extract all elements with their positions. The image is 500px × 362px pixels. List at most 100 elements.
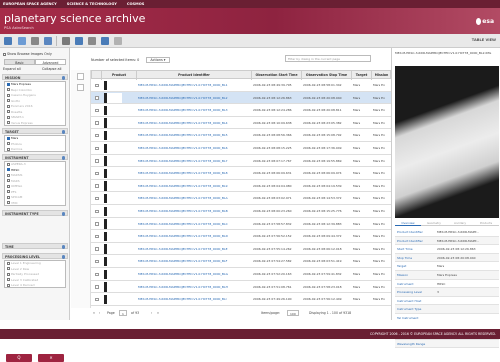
checkbox[interactable] (7, 267, 10, 270)
checkbox[interactable] (7, 82, 10, 86)
row-checkbox[interactable] (95, 184, 99, 188)
checkbox[interactable] (7, 184, 10, 188)
list-item[interactable]: Venus Express (5, 121, 65, 127)
row-checkbox[interactable] (95, 171, 99, 176)
row-checkbox[interactable] (95, 159, 99, 163)
table-row[interactable]: MEX-M-HRSC-3-RDR-MAPPROJECTED-V1.0:H0778… (91, 243, 391, 256)
table-row[interactable]: MEX-M-HRSC-3-RDR-MAPPROJECTED-V1.0:H0778… (91, 91, 391, 105)
gear-icon[interactable] (61, 76, 65, 80)
row-checkbox[interactable] (95, 285, 99, 289)
gear-icon[interactable] (61, 255, 65, 259)
product-thumbnail[interactable] (104, 269, 122, 279)
checkbox[interactable] (7, 283, 10, 287)
product-identifier-link[interactable]: MEX-M-HRSC-3-RDR-MAPPROJECTED-V1.0:H0778… (138, 255, 250, 268)
prev-page-button[interactable]: ‹ (99, 308, 100, 318)
table-row[interactable]: MEX-M-HRSC-3-RDR-MAPPROJECTED-V1.0:H0778… (91, 142, 391, 155)
product-identifier-link[interactable]: MEX-M-HRSC-3-RDR-MAPPROJECTED-V1.0:H0778… (138, 142, 250, 155)
product-thumbnail[interactable] (104, 168, 122, 179)
user-icon[interactable] (62, 37, 70, 45)
checkbox[interactable] (7, 201, 10, 204)
product-thumbnail[interactable] (104, 282, 122, 292)
table-row[interactable]: MEX-M-HRSC-3-RDR-MAPPROJECTED-V1.0:H0778… (91, 281, 391, 294)
checkbox[interactable] (7, 261, 10, 265)
product-identifier-link[interactable]: MEX-M-HRSC-3-RDR-MAPPROJECTED-V1.0:H0778… (138, 167, 250, 180)
table-row[interactable]: MEX-M-HRSC-3-RDR-MAPPROJECTED-V1.0:H0778… (91, 205, 391, 218)
checkbox[interactable] (7, 104, 10, 108)
row-checkbox[interactable] (95, 272, 99, 276)
table-row[interactable]: MEX-M-HRSC-3-RDR-MAPPROJECTED-V1.0:H0778… (91, 155, 391, 168)
cart-icon[interactable] (44, 37, 52, 45)
checkbox[interactable] (7, 121, 10, 124)
gear-icon[interactable] (61, 130, 65, 134)
list-item[interactable]: VMC (5, 201, 65, 207)
checkbox[interactable] (7, 93, 10, 97)
topbar-link-cosmos[interactable]: COSMOS (127, 2, 145, 6)
table-row[interactable]: MEX-M-HRSC-3-RDR-MAPPROJECTED-V1.0:H0778… (91, 104, 391, 117)
section-processing-level[interactable]: PROCESSING LEVEL (2, 253, 68, 259)
page-input[interactable]: 1 (119, 310, 127, 316)
items-per-page-select[interactable]: 100 (287, 310, 299, 316)
search-button[interactable]: Q (6, 354, 32, 362)
show-browse-checkbox[interactable] (3, 52, 6, 56)
product-identifier-link[interactable]: MEX-M-HRSC-3-RDR-MAPPROJECTED-V1.0:H0778… (138, 104, 250, 117)
section-instrument[interactable]: INSTRUMENT (2, 154, 68, 160)
row-checkbox[interactable] (95, 96, 99, 100)
column-settings-icon[interactable] (77, 84, 84, 91)
product-identifier-link[interactable]: MEX-M-HRSC-3-RDR-MAPPROJECTED-V1.0:H0778… (138, 192, 250, 205)
row-checkbox[interactable] (95, 222, 99, 226)
row-checkbox[interactable] (95, 146, 99, 150)
checkbox[interactable] (7, 142, 10, 145)
product-thumbnail[interactable] (104, 93, 122, 103)
section-target[interactable]: TARGET (2, 128, 68, 134)
gear-icon[interactable] (61, 156, 65, 160)
expand-all-link[interactable]: Expand all (3, 67, 21, 71)
table-row[interactable]: MEX-M-HRSC-3-RDR-MAPPROJECTED-V1.0:H0778… (91, 293, 391, 306)
table-row[interactable]: MEX-M-HRSC-3-RDR-MAPPROJECTED-V1.0:H0778… (91, 117, 391, 130)
product-thumbnail[interactable] (104, 219, 122, 229)
detail-tab[interactable]: Overview (395, 220, 421, 226)
product-identifier-link[interactable]: MEX-M-HRSC-3-RDR-MAPPROJECTED-V1.0:H0778… (138, 218, 250, 231)
checkbox[interactable] (7, 136, 10, 140)
map-icon[interactable] (18, 37, 26, 45)
last-page-button[interactable]: » (157, 308, 159, 318)
tab-advanced[interactable]: Advanced (35, 59, 66, 65)
checkbox[interactable] (7, 99, 10, 102)
show-browse-toggle[interactable]: Show Browse Images Only (3, 52, 52, 56)
product-thumbnail[interactable] (104, 193, 122, 204)
info-icon[interactable] (114, 37, 122, 45)
row-checkbox[interactable] (95, 247, 99, 251)
product-identifier-link[interactable]: MEX-M-HRSC-3-RDR-MAPPROJECTED-V1.0:H0778… (138, 180, 250, 193)
product-identifier-link[interactable]: MEX-M-HRSC-3-RDR-MAPPROJECTED-V1.0:H0778… (138, 230, 250, 243)
product-identifier-link[interactable]: MEX-M-HRSC-3-RDR-MAPPROJECTED-V1.0:H0778… (138, 155, 250, 168)
select-all-checkbox[interactable] (77, 73, 84, 80)
table-row[interactable]: MEX-M-HRSC-3-RDR-MAPPROJECTED-V1.0:H0778… (91, 255, 391, 268)
product-identifier-link[interactable]: MEX-M-HRSC-3-RDR-MAPPROJECTED-V1.0:H0778… (138, 268, 250, 281)
row-checkbox[interactable] (95, 234, 99, 239)
row-checkbox[interactable] (95, 133, 99, 138)
checkbox[interactable] (7, 278, 10, 281)
product-thumbnail[interactable] (104, 130, 122, 141)
product-thumbnail[interactable] (104, 206, 122, 216)
filter-input[interactable]: Filter by dialog in the current page (285, 55, 371, 62)
product-thumbnail[interactable] (104, 294, 122, 305)
table-row[interactable]: MEX-M-HRSC-3-RDR-MAPPROJECTED-V1.0:H0778… (91, 167, 391, 180)
detail-tab[interactable]: Ancillary (447, 220, 473, 226)
list-item[interactable]: Deimos (5, 147, 65, 153)
table-row[interactable]: MEX-M-HRSC-3-RDR-MAPPROJECTED-V1.0:H0778… (91, 218, 391, 231)
topbar-link-science[interactable]: SCIENCE & TECHNOLOGY (67, 2, 117, 6)
checkbox[interactable] (7, 272, 10, 276)
product-thumbnail[interactable] (104, 231, 122, 242)
table-row[interactable]: MEX-M-HRSC-3-RDR-MAPPROJECTED-V1.0:H0778… (91, 268, 391, 281)
section-time[interactable]: TIME (2, 243, 68, 249)
row-checkbox[interactable] (95, 209, 99, 213)
section-instrument-type[interactable]: INSTRUMENT TYPE (2, 210, 68, 216)
product-identifier-link[interactable]: MEX-M-HRSC-3-RDR-MAPPROJECTED-V1.0:H0778… (138, 293, 250, 306)
table-row[interactable]: MEX-M-HRSC-3-RDR-MAPPROJECTED-V1.0:H0778… (91, 129, 391, 142)
table-row[interactable]: MEX-M-HRSC-3-RDR-MAPPROJECTED-V1.0:H0778… (91, 180, 391, 193)
checkbox[interactable] (7, 147, 10, 151)
checkbox[interactable] (7, 173, 10, 177)
download-icon[interactable] (31, 37, 39, 45)
product-identifier-link[interactable]: MEX-M-HRSC-3-RDR-MAPPROJECTED-V1.0:H0778… (138, 129, 250, 142)
collapse-all-link[interactable]: Collapse all (42, 67, 61, 71)
row-checkbox[interactable] (95, 196, 99, 201)
